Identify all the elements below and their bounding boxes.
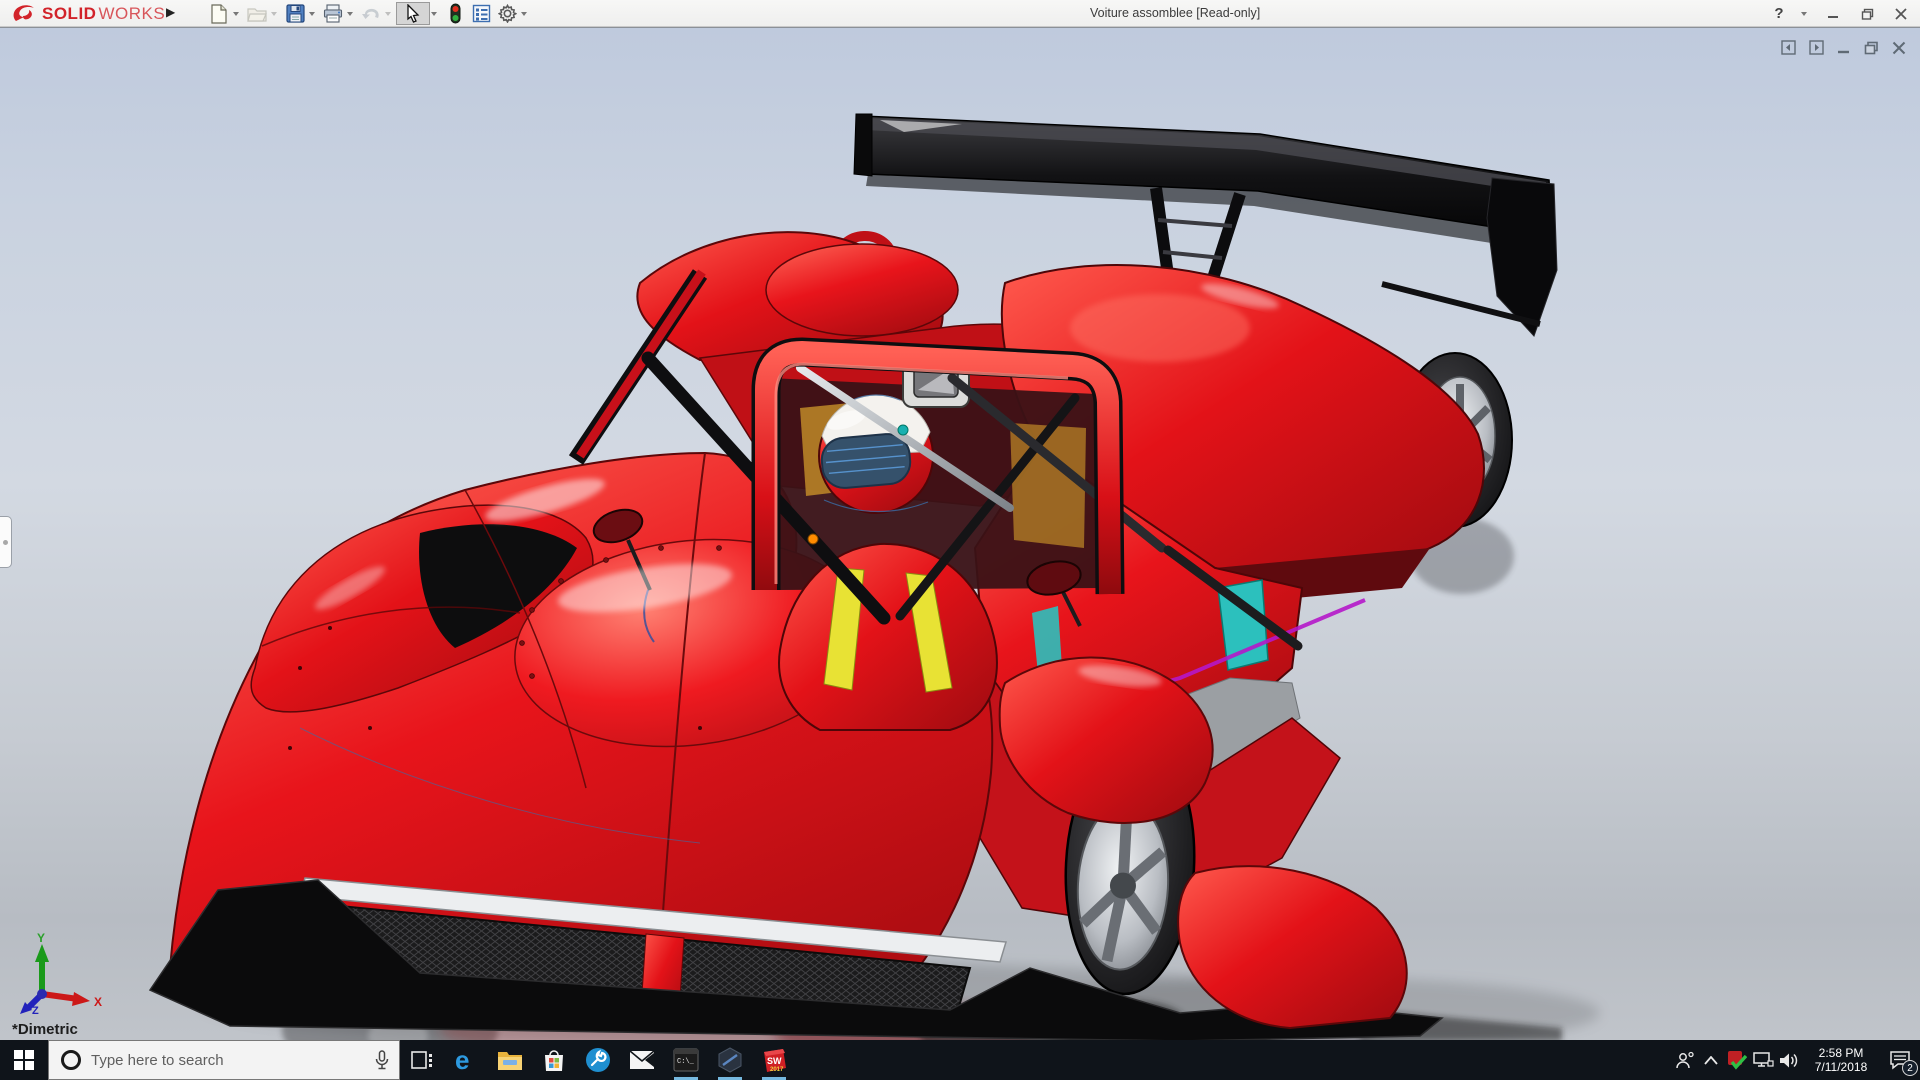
brand-works: WORKS [98, 4, 165, 24]
microphone-icon[interactable] [375, 1050, 389, 1070]
select-tool-button[interactable] [396, 2, 430, 25]
solidworks-logo: SOLID WORKS [10, 2, 165, 25]
menu-flyout-arrow[interactable]: ▶ [166, 5, 175, 19]
minimize-icon [1827, 8, 1839, 20]
command-prompt-icon: C:\_ [673, 1048, 699, 1072]
solidworks-2017-icon: SW 2017 [761, 1047, 788, 1074]
cortana-icon [61, 1050, 81, 1070]
display-settings-button[interactable] [468, 2, 494, 25]
dropdown-caret[interactable] [385, 12, 391, 16]
close-icon [1895, 8, 1907, 20]
taskbar-edge[interactable]: e [444, 1040, 488, 1080]
notification-badge: 2 [1902, 1060, 1918, 1076]
taskbar-search[interactable] [48, 1040, 400, 1080]
taskbar-cad-viewer[interactable] [708, 1040, 752, 1080]
property-list-icon [472, 4, 491, 23]
save-floppy-icon [286, 4, 305, 23]
minimize-button[interactable] [1820, 3, 1846, 25]
cmd-glyph: C:\_ [677, 1058, 695, 1066]
solidworks-window: SOLID WORKS ▶ [0, 0, 1920, 1080]
start-button[interactable] [0, 1040, 48, 1080]
close-button[interactable] [1888, 3, 1914, 25]
undo-button[interactable] [358, 2, 384, 25]
rebuild-button[interactable] [442, 2, 468, 25]
title-bar: SOLID WORKS ▶ [0, 0, 1920, 27]
search-input[interactable] [91, 1052, 375, 1069]
options-button[interactable] [494, 2, 520, 25]
car-3d-model [0, 28, 1920, 1041]
windows-taskbar: e [0, 1040, 1920, 1080]
brand-solid: SOLID [42, 4, 96, 24]
new-document-button[interactable] [206, 2, 232, 25]
task-view-icon [411, 1049, 433, 1071]
traffic-light-icon [449, 3, 462, 24]
print-icon [323, 4, 343, 23]
wrench-circle-icon [585, 1047, 611, 1073]
sw-year: 2017 [770, 1067, 784, 1073]
restore-icon [1861, 8, 1874, 20]
taskbar-mail[interactable] [620, 1040, 664, 1080]
help-button[interactable]: ? [1766, 3, 1792, 25]
gear-icon [498, 4, 517, 23]
volume-icon[interactable] [1776, 1040, 1802, 1080]
undo-icon [361, 5, 381, 23]
dropdown-caret[interactable] [309, 12, 315, 16]
document-title: Voiture assomblee [Read-only] [1090, 6, 1260, 20]
task-view-button[interactable] [400, 1040, 444, 1080]
mail-icon [629, 1050, 655, 1070]
triad-x-label: X [94, 995, 102, 1009]
open-folder-icon [247, 5, 267, 23]
restore-button[interactable] [1854, 3, 1880, 25]
quick-access-toolbar [206, 2, 532, 25]
triad-y-label: Y [37, 932, 45, 945]
helmet-visor [820, 432, 912, 489]
open-button[interactable] [244, 2, 270, 25]
edge-icon: e [452, 1046, 480, 1074]
dropdown-caret[interactable] [347, 12, 353, 16]
people-icon[interactable] [1672, 1040, 1698, 1080]
system-tray: 2:58 PM 7/11/2018 2 [1672, 1040, 1920, 1080]
clock-date: 7/11/2018 [1808, 1060, 1874, 1074]
action-center-button[interactable]: 2 [1880, 1040, 1920, 1080]
orientation-triad: Y X Z [16, 932, 106, 1016]
windows-logo-icon [14, 1050, 34, 1070]
taskbar-file-explorer[interactable] [488, 1040, 532, 1080]
sw-letters: SW [767, 1056, 782, 1066]
help-caret[interactable] [1801, 12, 1807, 16]
window-controls: ? [1766, 0, 1914, 27]
tray-chevron-up-icon[interactable] [1698, 1040, 1724, 1080]
view-orientation-label: *Dimetric [12, 1021, 78, 1038]
dropdown-caret[interactable] [431, 12, 437, 16]
store-icon [542, 1048, 566, 1072]
dropdown-caret[interactable] [271, 12, 277, 16]
taskbar-command-prompt[interactable]: C:\_ [664, 1040, 708, 1080]
file-explorer-icon [497, 1049, 523, 1071]
dropdown-caret[interactable] [521, 12, 527, 16]
hexagon-app-icon [717, 1047, 743, 1073]
triad-z-label: Z [32, 1005, 39, 1016]
graphics-area[interactable]: Y X Z *Dimetric [0, 27, 1920, 1040]
select-cursor-icon [405, 4, 421, 23]
clock-time: 2:58 PM [1808, 1046, 1874, 1060]
new-document-icon [210, 4, 228, 24]
solidworks-tray-icon[interactable] [1724, 1040, 1750, 1080]
dropdown-caret[interactable] [233, 12, 239, 16]
orange-marker [808, 534, 818, 544]
save-button[interactable] [282, 2, 308, 25]
taskbar-settings-utility[interactable] [576, 1040, 620, 1080]
taskbar-solidworks[interactable]: SW 2017 [752, 1040, 796, 1080]
ds-swirl-icon [10, 3, 40, 25]
taskbar-store[interactable] [532, 1040, 576, 1080]
print-button[interactable] [320, 2, 346, 25]
taskbar-clock[interactable]: 2:58 PM 7/11/2018 [1808, 1046, 1874, 1074]
network-icon[interactable] [1750, 1040, 1776, 1080]
edge-glyph: e [455, 1046, 469, 1074]
teal-marker [898, 425, 908, 435]
